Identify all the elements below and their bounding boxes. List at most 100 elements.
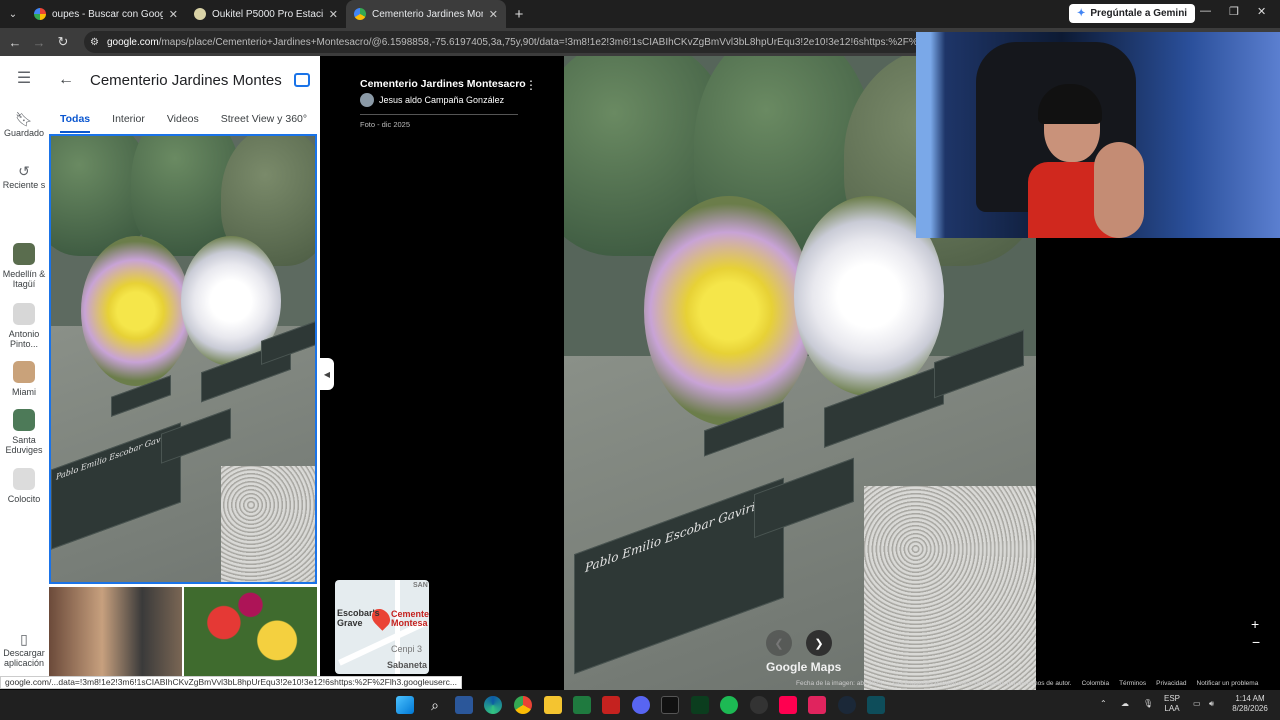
excel-icon[interactable] [573, 696, 591, 714]
rail-item-recent[interactable]: ↺ Reciente s [0, 163, 48, 190]
photo-date: Foto - dic 2025 [360, 120, 411, 129]
download-app-button[interactable]: ▯ Descargar aplicación [0, 631, 48, 668]
rail-item-saved[interactable]: 🔖︎ Guardado [0, 112, 48, 138]
browser-tab-active[interactable]: Cementerio Jardines Montesa ✕ [346, 0, 506, 28]
tab-interior[interactable]: Interior [112, 113, 145, 125]
photo-author[interactable]: Jesus aldo Campaña González [360, 93, 504, 107]
close-tab-icon[interactable]: ✕ [489, 8, 498, 21]
display-icon[interactable]: ▭ [1193, 699, 1201, 709]
tab-street-view[interactable]: Street View y 360° [221, 113, 307, 125]
page-title: Cementerio Jardines Montes... [90, 71, 282, 89]
browser-tab[interactable]: oupes - Buscar con Google ✕ [26, 0, 186, 28]
rail-item-recent-place[interactable]: Santa Eduviges [0, 409, 48, 455]
obs-icon[interactable] [750, 696, 768, 714]
edge-icon[interactable] [484, 696, 502, 714]
minimap[interactable]: Cementerio Montesa Escobar's Grave Saban… [335, 580, 429, 674]
clock[interactable]: 1:14 AM 8/28/2026 [1228, 694, 1272, 714]
app-icon[interactable] [867, 696, 885, 714]
language-indicator[interactable]: ESP LAA [1164, 694, 1180, 714]
forward-icon[interactable]: → [27, 35, 51, 50]
restore-icon[interactable]: ❐ [1229, 5, 1239, 18]
gemini-button[interactable]: ✦ Pregúntale a Gemini [1069, 4, 1196, 23]
maps-left-rail: ☰ 🔖︎ Guardado ↺ Reciente s Medellín & It… [0, 56, 48, 676]
rail-item-recent-place[interactable]: Colocito [0, 468, 48, 504]
chrome-icon[interactable] [514, 696, 532, 714]
photo-thumbnail[interactable] [184, 587, 317, 676]
tab-title: Cementerio Jardines Montesa [372, 8, 483, 20]
rail-item-recent-place[interactable]: Miami [0, 361, 48, 397]
app-icon[interactable] [602, 696, 620, 714]
rail-item-label: Miami [12, 387, 36, 397]
tab-todas[interactable]: Todas [60, 113, 91, 133]
menu-button[interactable]: ☰ [0, 71, 48, 88]
file-explorer-icon[interactable] [544, 696, 562, 714]
previous-photo-button[interactable]: ❮ [766, 630, 792, 656]
teams-icon[interactable] [455, 696, 473, 714]
rail-item-recent-place[interactable]: Medellín & Itagüí [0, 243, 48, 289]
browser-tab[interactable]: Oukitel P5000 Pro Estación Ene ✕ [186, 0, 346, 28]
more-options-icon[interactable]: ⋮ [525, 78, 537, 92]
photo-thumbnail[interactable] [49, 587, 182, 676]
tiktok-icon[interactable] [779, 696, 797, 714]
tab-title: oupes - Buscar con Google [52, 8, 163, 20]
place-thumbnail [13, 468, 35, 490]
minimap-town-label: Sabaneta [387, 660, 428, 670]
google-favicon-icon [34, 8, 46, 20]
country-link[interactable]: Colombia [1082, 680, 1109, 690]
avatar [360, 93, 374, 107]
minimize-icon[interactable]: — [1200, 5, 1211, 17]
status-bar-url: google.com/...data=!3m8!1e2!3m6!1sCIABIh… [0, 676, 462, 689]
microphone-icon[interactable]: 🎙︎ [1143, 699, 1153, 709]
chevron-up-icon[interactable]: ⌃ [1100, 699, 1107, 709]
back-arrow-icon[interactable]: ← [58, 71, 78, 89]
tab-search-chevron-icon[interactable]: ⌄ [0, 0, 26, 28]
url-field[interactable]: ⚙ google.com/maps/place/Cementerio+Jardi… [84, 31, 924, 53]
history-icon: ↺ [18, 163, 30, 179]
rail-item-label: Guardado [3, 128, 45, 138]
oukitel-favicon-icon [194, 8, 206, 20]
photos-panel: ← Cementerio Jardines Montes... Todas In… [48, 56, 366, 676]
place-thumbnail [13, 303, 35, 325]
start-button-icon[interactable] [396, 696, 414, 714]
steam-icon[interactable] [838, 696, 856, 714]
zoom-out-button[interactable]: − [1252, 634, 1260, 650]
url-path: /maps/place/Cementerio+Jardines+Montesac… [158, 36, 924, 48]
gemini-sparkle-icon: ✦ [1077, 8, 1086, 19]
discord-icon[interactable] [632, 696, 650, 714]
add-photo-icon[interactable] [294, 73, 310, 87]
site-info-icon[interactable]: ⚙ [90, 37, 99, 48]
new-tab-button[interactable]: + [506, 6, 532, 23]
selected-photo-thumbnail[interactable]: Pablo Emilio Escobar Gaviria [49, 134, 317, 584]
report-problem-link[interactable]: Notificar un problema [1197, 680, 1259, 690]
language-code: ESP [1164, 694, 1181, 703]
network-icon[interactable]: ☁ [1121, 699, 1129, 709]
collapse-panel-button[interactable]: ◀ [320, 358, 334, 390]
browser-tab-bar: ⌄ oupes - Buscar con Google ✕ Oukitel P5… [0, 0, 1280, 28]
person-arm [1094, 142, 1144, 238]
close-window-icon[interactable]: ✕ [1257, 5, 1266, 18]
back-icon[interactable]: ← [3, 35, 27, 50]
close-tab-icon[interactable]: ✕ [329, 8, 338, 21]
app-icon[interactable] [691, 696, 709, 714]
phone-icon: ▯ [20, 631, 28, 647]
search-icon[interactable]: ⌕ [426, 696, 444, 714]
spotify-icon[interactable] [720, 696, 738, 714]
capcut-icon[interactable] [661, 696, 679, 714]
next-photo-button[interactable]: ❯ [806, 630, 832, 656]
privacy-link[interactable]: Privacidad [1156, 680, 1186, 690]
reload-icon[interactable]: ↻ [51, 34, 75, 50]
terms-link[interactable]: Términos [1119, 680, 1146, 690]
rail-item-label: Colocito [7, 494, 41, 504]
clock-time: 1:14 AM [1235, 694, 1265, 703]
volume-icon[interactable]: 🔊︎ [1209, 699, 1214, 709]
tab-videos[interactable]: Videos [167, 113, 199, 125]
photo-thumbnail-row [49, 587, 317, 676]
zoom-in-button[interactable]: + [1251, 616, 1259, 632]
rail-item-recent-place[interactable]: Antonio Pinto... [0, 303, 48, 349]
app-icon[interactable] [808, 696, 826, 714]
photo-category-tabs: Todas Interior Videos Street View y 360° [48, 104, 320, 134]
photo-place-name[interactable]: Cementerio Jardines Montesacro [360, 78, 526, 90]
close-tab-icon[interactable]: ✕ [169, 8, 178, 21]
divider [360, 114, 518, 115]
image-date: Fecha de la imagen: abr 2025 [796, 680, 883, 687]
